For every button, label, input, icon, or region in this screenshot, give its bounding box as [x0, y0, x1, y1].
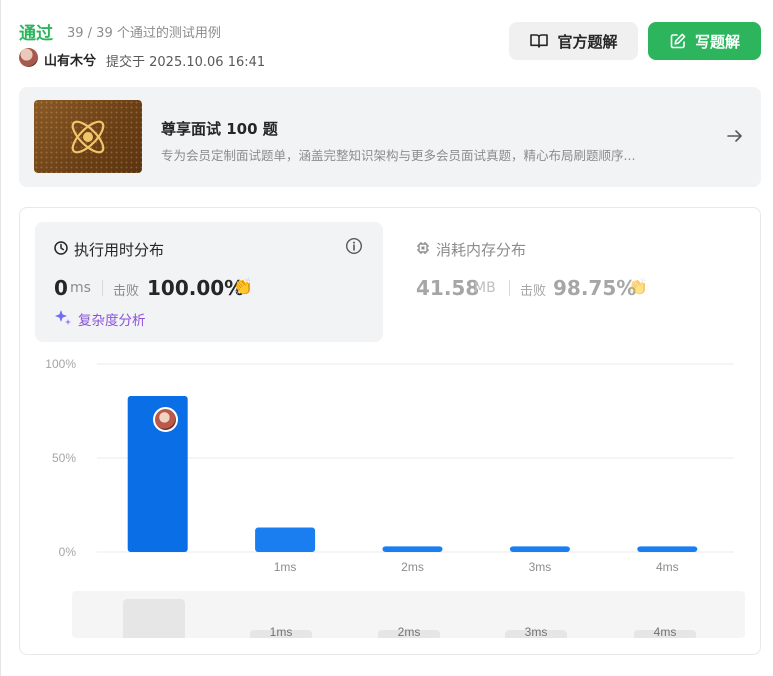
x-tick-label: 3ms: [529, 560, 552, 574]
y-tick-label: 100%: [45, 357, 76, 371]
y-tick-label: 50%: [52, 451, 76, 465]
bar[interactable]: [255, 527, 316, 552]
y-tick-label: 0%: [59, 545, 77, 559]
x-tick-label: 4ms: [656, 560, 679, 574]
overview-tick-label: 4ms: [653, 625, 677, 639]
overview-range-handle[interactable]: [123, 599, 185, 638]
overview-tick-label: 2ms: [397, 625, 421, 639]
atom-icon: [71, 120, 105, 154]
my-submission-avatar[interactable]: [153, 407, 178, 432]
runtime-distribution-chart: 100% 50% 0% 1ms 2ms 3ms 4ms: [45, 357, 734, 574]
x-tick-label: 2ms: [401, 560, 424, 574]
overview-tick-label: 3ms: [524, 625, 548, 639]
overview-tick-label: 1ms: [269, 625, 293, 639]
x-tick-label: 1ms: [274, 560, 297, 574]
bar[interactable]: [382, 546, 443, 552]
bar[interactable]: [509, 546, 570, 552]
bar[interactable]: [637, 546, 698, 552]
